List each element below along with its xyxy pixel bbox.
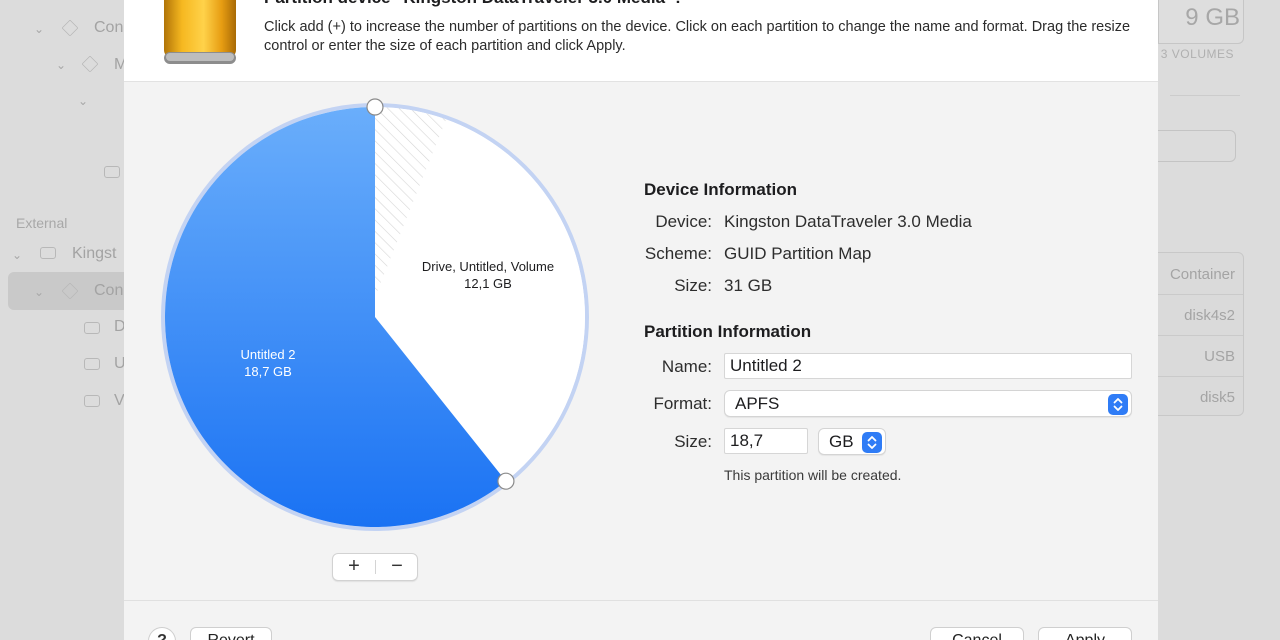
- pie-label-untitled-size: 18,7 GB: [244, 364, 292, 379]
- external-drive-icon: [164, 0, 236, 64]
- format-label: Format:: [653, 394, 712, 413]
- partition-hint: This partition will be created.: [724, 467, 902, 483]
- scheme-label: Scheme:: [644, 244, 712, 263]
- device-size-value: 31 GB: [724, 276, 773, 295]
- format-popup-value: APFS: [735, 394, 780, 413]
- partition-sheet: Partition device "Kingston DataTraveler …: [124, 0, 1158, 640]
- device-info-title: Device Information: [644, 180, 798, 199]
- chevron-down-icon: ⌄: [34, 22, 45, 36]
- unit-popup-value: GB: [829, 432, 854, 451]
- background-field: [1158, 130, 1236, 162]
- pie-label-untitled: Untitled 2 18,7 GB: [198, 346, 338, 380]
- table-cell: Container: [1169, 266, 1235, 283]
- background-capacity-text: 9 GB: [1185, 4, 1240, 31]
- partition-size-field[interactable]: 18,7: [724, 428, 808, 454]
- help-button[interactable]: ?: [148, 627, 176, 640]
- sheet-footer: ? Revert Cancel Apply: [124, 600, 1158, 640]
- popup-arrows-icon: [1108, 394, 1128, 415]
- pie-label-volume: Drive, Untitled, Volume 12,1 GB: [398, 258, 578, 292]
- sidebar-row: Kingst: [72, 245, 117, 262]
- table-cell: USB: [1204, 348, 1235, 365]
- external-disk-icon: [40, 247, 56, 259]
- cancel-button[interactable]: Cancel: [930, 627, 1024, 640]
- pie-label-volume-size: 12,1 GB: [464, 276, 512, 291]
- device-label: Device:: [655, 212, 712, 231]
- background-sidebar: ⌄ Con ⌄ M ⌄ External ⌄ Kingst: [0, 0, 127, 640]
- background-info-table: Container disk4s2 USB disk5: [1158, 252, 1244, 416]
- partition-pie-chart[interactable]: [160, 96, 592, 536]
- format-popup[interactable]: APFS: [724, 390, 1132, 417]
- sheet-header: Partition device "Kingston DataTraveler …: [124, 0, 1158, 82]
- partition-info-title: Partition Information: [644, 322, 812, 341]
- sidebar-row: Con: [94, 19, 124, 36]
- resize-handle-1[interactable]: [366, 98, 384, 116]
- remove-partition-button[interactable]: −: [376, 554, 418, 580]
- partition-size-label: Size:: [674, 432, 712, 451]
- add-partition-button[interactable]: +: [333, 554, 375, 580]
- sidebar-row: Con: [94, 282, 124, 299]
- pie-label-untitled-name: Untitled 2: [240, 347, 296, 362]
- pie-label-volume-name: Drive, Untitled, Volume: [421, 259, 555, 274]
- partition-pie: Drive, Untitled, Volume 12,1 GB Untitled…: [160, 96, 592, 536]
- volume-icon: [84, 358, 100, 370]
- volume-stack-icon: [81, 55, 99, 73]
- unit-popup[interactable]: GB: [818, 428, 886, 455]
- popup-arrows-icon: [862, 432, 882, 453]
- revert-button[interactable]: Revert: [190, 627, 272, 640]
- name-label: Name:: [661, 357, 712, 376]
- chevron-down-icon: ⌄: [34, 285, 45, 299]
- background-volumes-text: 3 VOLUMES: [1160, 47, 1234, 61]
- volume-icon: [84, 322, 100, 334]
- scheme-value: GUID Partition Map: [724, 244, 872, 263]
- chevron-down-icon: ⌄: [78, 94, 89, 108]
- container-icon: [61, 19, 79, 37]
- sheet-title: Partition device "Kingston DataTraveler …: [264, 0, 684, 8]
- table-cell: disk4s2: [1184, 307, 1235, 324]
- chevron-down-icon: ⌄: [56, 58, 67, 72]
- apply-button[interactable]: Apply: [1038, 627, 1132, 640]
- resize-handle-2[interactable]: [497, 472, 515, 490]
- add-remove-control: + −: [332, 553, 418, 581]
- volume-icon: [84, 395, 100, 407]
- partition-name-field[interactable]: Untitled 2: [724, 353, 1132, 379]
- disk-icon: [104, 166, 120, 178]
- device-value: Kingston DataTraveler 3.0 Media: [724, 212, 972, 231]
- chevron-down-icon: ⌄: [12, 248, 23, 262]
- background-divider: [1170, 95, 1240, 96]
- sidebar-section-external: External: [16, 215, 68, 231]
- sheet-description: Click add (+) to increase the number of …: [264, 19, 1131, 54]
- table-cell: disk5: [1199, 389, 1235, 406]
- device-size-label: Size:: [674, 276, 712, 295]
